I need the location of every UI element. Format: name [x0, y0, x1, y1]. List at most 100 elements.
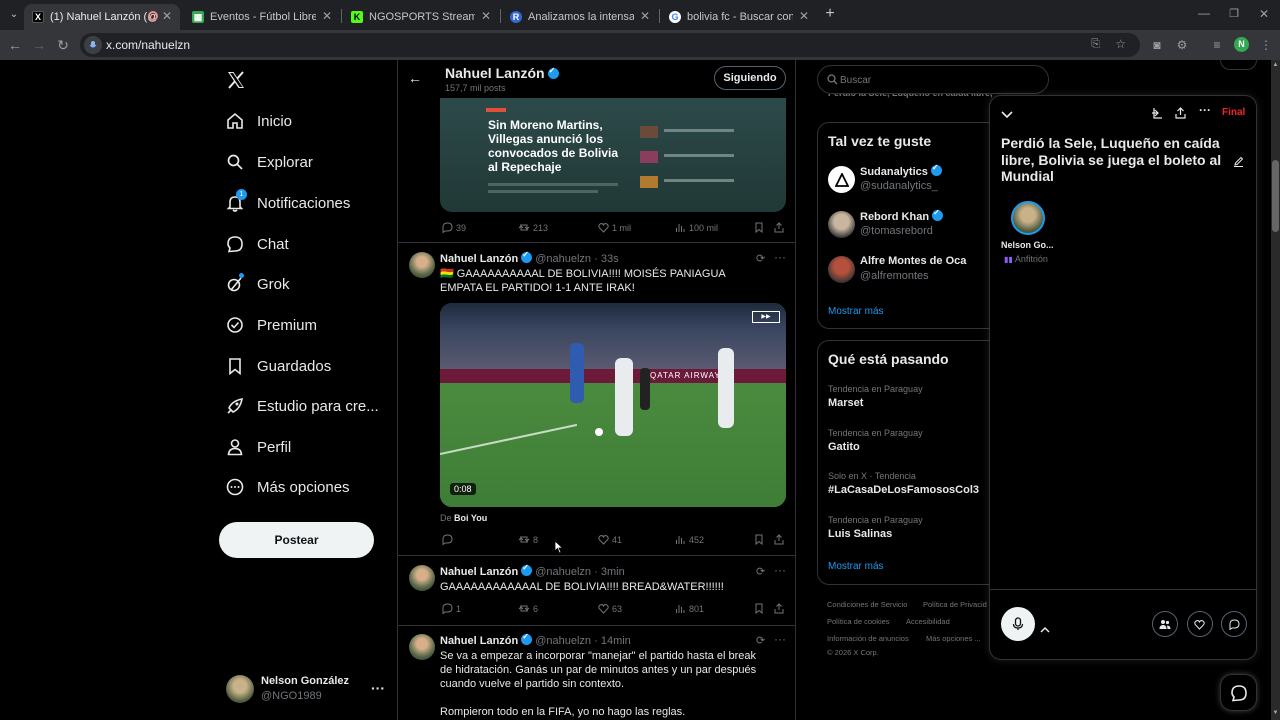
share-button[interactable]: [774, 534, 787, 545]
share-button[interactable]: [774, 222, 787, 233]
sidebar-item-premium[interactable]: Premium: [226, 310, 317, 340]
back-icon[interactable]: ←: [7, 37, 23, 53]
tweet-time[interactable]: · 3min: [594, 566, 625, 578]
sidebar-item-m-s-opciones[interactable]: Más opciones: [226, 472, 350, 502]
page-scrollbar[interactable]: [1271, 60, 1280, 720]
bookmark-button[interactable]: [754, 222, 767, 233]
footer-link[interactable]: Política de cookies: [827, 617, 890, 626]
edit-icon[interactable]: [1233, 154, 1244, 172]
bookmark-star-icon[interactable]: ☆: [1115, 37, 1126, 51]
sidebar-item-inicio[interactable]: Inicio: [226, 106, 292, 136]
sidebar-item-perfil[interactable]: Perfil: [226, 432, 291, 462]
like-button[interactable]: 63: [598, 603, 622, 614]
reply-button[interactable]: 1: [442, 603, 461, 614]
search-box[interactable]: [817, 65, 1049, 94]
trend-item[interactable]: Tendencia en Paraguay Luis Salinas: [828, 515, 1003, 540]
avatar[interactable]: [828, 166, 855, 193]
avatar[interactable]: [828, 256, 855, 283]
trend-item[interactable]: Solo en X · Tendencia #LaCasaDeLosFamosos…: [828, 471, 1003, 496]
show-more-link[interactable]: Mostrar más: [828, 306, 884, 317]
avatar[interactable]: [409, 634, 435, 660]
tab-5[interactable]: G bolivia fc - Buscar con Google ✕: [661, 4, 817, 30]
install-app-icon[interactable]: ⎘: [1091, 38, 1100, 51]
forward-icon[interactable]: →: [31, 37, 47, 53]
react-button[interactable]: [1187, 611, 1213, 637]
comment-button[interactable]: [1221, 611, 1247, 637]
tab-2[interactable]: ▦ Eventos - Fútbol Libre TV ✕: [184, 4, 340, 30]
reload-icon[interactable]: ↻: [55, 37, 71, 53]
people-button[interactable]: [1152, 611, 1178, 637]
tweet-video[interactable]: Qatar Airways ▶▶ 0:08: [440, 303, 786, 507]
search-input[interactable]: [840, 72, 1040, 88]
profile-avatar[interactable]: N: [1234, 37, 1249, 52]
account-switcher[interactable]: Nelson González @NGO1989 ···: [226, 672, 386, 706]
tab-1[interactable]: X (1) Nahuel Lanzón (@nahu ✕: [24, 4, 180, 30]
sidebar-item-grok[interactable]: Grok: [226, 269, 290, 299]
sidebar-item-explorar[interactable]: Explorar: [226, 147, 313, 177]
bookmark-button[interactable]: [754, 534, 767, 545]
tab-search-icon[interactable]: ⌄: [6, 7, 22, 23]
share-button[interactable]: [774, 603, 787, 614]
restore-icon[interactable]: ❐: [1226, 6, 1242, 22]
end-space-button[interactable]: Final: [1222, 107, 1245, 118]
share-icon[interactable]: [1175, 106, 1186, 124]
show-more-link[interactable]: Mostrar más: [828, 561, 884, 572]
footer-link[interactable]: Condiciones de Servicio: [827, 600, 907, 609]
more-icon[interactable]: ···: [774, 250, 786, 264]
x-logo-icon[interactable]: [226, 70, 246, 90]
avatar[interactable]: [828, 211, 855, 238]
sidebar-item-guardados[interactable]: Guardados: [226, 351, 331, 381]
close-tab-icon[interactable]: ✕: [162, 9, 172, 23]
footer-link[interactable]: Más opciones ...: [926, 634, 981, 643]
close-tab-icon[interactable]: ✕: [640, 9, 650, 23]
avatar[interactable]: [409, 565, 435, 591]
repost-button[interactable]: 6: [518, 603, 538, 614]
trend-item[interactable]: Tendencia en Paraguay Gatito: [828, 428, 1003, 453]
footer-link[interactable]: Información de anuncios: [827, 634, 909, 643]
scroll-down-arrow-icon[interactable]: ▼: [1271, 710, 1280, 716]
author-handle[interactable]: @nahuelzn: [535, 253, 591, 265]
grok-icon[interactable]: ⟳: [756, 565, 765, 578]
post-button[interactable]: Postear: [219, 522, 374, 558]
author-name[interactable]: Nahuel Lanzón: [440, 635, 518, 647]
sidebar-item-chat[interactable]: Chat: [226, 229, 289, 259]
extension-icon[interactable]: ◙: [1150, 38, 1164, 52]
tweet-time[interactable]: · 33s: [594, 253, 618, 265]
sidebar-item-estudio-para-cre[interactable]: Estudio para cre...: [226, 391, 379, 421]
suggestion-item[interactable]: Sudanalytics @sudanalytics_: [828, 163, 1006, 199]
grok-icon[interactable]: ⟳: [756, 634, 765, 647]
tweet-time[interactable]: · 14min: [594, 635, 631, 647]
following-button[interactable]: Siguiendo: [714, 66, 786, 90]
site-info-icon[interactable]: [84, 36, 102, 54]
reply-button[interactable]: [442, 534, 456, 545]
address-bar[interactable]: x.com/nahuelzn ⎘ ☆: [80, 33, 1140, 57]
footer-link[interactable]: Accesibilidad: [906, 617, 950, 626]
author-name[interactable]: Nahuel Lanzón: [440, 566, 518, 578]
close-tab-icon[interactable]: ✕: [799, 9, 809, 23]
grok-icon[interactable]: ⟳: [756, 252, 765, 265]
puzzle-icon[interactable]: ⚙: [1175, 38, 1189, 52]
collapse-chevron-icon[interactable]: [1001, 106, 1013, 124]
close-tab-icon[interactable]: ✕: [481, 9, 491, 23]
expand-up-icon[interactable]: [1040, 620, 1050, 638]
author-handle[interactable]: @nahuelzn: [535, 566, 591, 578]
trend-item[interactable]: Tendencia en Paraguay Marset: [828, 384, 1003, 409]
views-button[interactable]: 452: [675, 534, 704, 545]
mic-button[interactable]: [1001, 607, 1035, 641]
messages-fab[interactable]: [1220, 674, 1257, 711]
more-icon[interactable]: ···: [1199, 103, 1211, 117]
scroll-up-arrow-icon[interactable]: ▲: [1271, 62, 1280, 68]
media-control-icon[interactable]: ≡: [1210, 38, 1224, 52]
host-avatar[interactable]: [1011, 201, 1045, 235]
repost-button[interactable]: 213: [518, 222, 548, 233]
dock-icon[interactable]: [1151, 106, 1163, 124]
tweet-image-card[interactable]: Sin Moreno Martins, Villegas anunció los…: [440, 98, 786, 212]
footer-link[interactable]: Política de Privacid: [923, 600, 989, 609]
tab-3[interactable]: K NGOSPORTS Stream - Watch Li ✕: [343, 4, 499, 30]
close-tab-icon[interactable]: ✕: [322, 9, 332, 23]
like-button[interactable]: 1 mil: [598, 222, 631, 233]
minimize-icon[interactable]: —: [1196, 5, 1212, 21]
more-icon[interactable]: ···: [774, 632, 786, 646]
author-handle[interactable]: @nahuelzn: [535, 635, 591, 647]
views-button[interactable]: 100 mil: [675, 222, 718, 233]
